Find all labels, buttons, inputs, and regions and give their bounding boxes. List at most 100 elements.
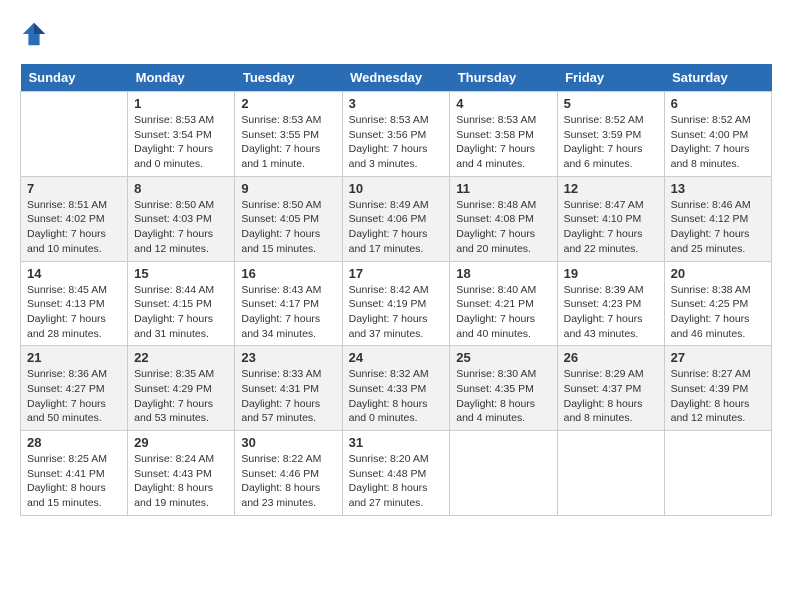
day-info: Sunrise: 8:32 AM Sunset: 4:33 PM Dayligh… — [349, 367, 444, 426]
day-info: Sunrise: 8:29 AM Sunset: 4:37 PM Dayligh… — [564, 367, 658, 426]
weekday-header-wednesday: Wednesday — [342, 64, 450, 92]
day-number: 2 — [241, 96, 335, 111]
day-number: 6 — [671, 96, 765, 111]
day-number: 20 — [671, 266, 765, 281]
calendar-week-1: 1 Sunrise: 8:53 AM Sunset: 3:54 PM Daylig… — [21, 92, 772, 177]
calendar-cell: 13 Sunrise: 8:46 AM Sunset: 4:12 PM Dayli… — [664, 176, 771, 261]
weekday-header-friday: Friday — [557, 64, 664, 92]
calendar-cell: 2 Sunrise: 8:53 AM Sunset: 3:55 PM Daylig… — [235, 92, 342, 177]
day-number: 30 — [241, 435, 335, 450]
weekday-header-thursday: Thursday — [450, 64, 557, 92]
weekday-header-saturday: Saturday — [664, 64, 771, 92]
day-number: 28 — [27, 435, 121, 450]
calendar-cell: 12Sunrise: 8:47 AM Sunset: 4:10 PM Dayli… — [557, 176, 664, 261]
day-info: Sunrise: 8:24 AM Sunset: 4:43 PM Dayligh… — [134, 452, 228, 511]
calendar-cell: 17 Sunrise: 8:42 AM Sunset: 4:19 PM Dayli… — [342, 261, 450, 346]
day-info: Sunrise: 8:51 AM Sunset: 4:02 PM Dayligh… — [27, 198, 121, 257]
calendar-cell: 30Sunrise: 8:22 AM Sunset: 4:46 PM Dayli… — [235, 431, 342, 516]
day-info: Sunrise: 8:33 AM Sunset: 4:31 PM Dayligh… — [241, 367, 335, 426]
day-info: Sunrise: 8:44 AM Sunset: 4:15 PM Dayligh… — [134, 283, 228, 342]
calendar-cell: 14Sunrise: 8:45 AM Sunset: 4:13 PM Dayli… — [21, 261, 128, 346]
day-info: Sunrise: 8:27 AM Sunset: 4:39 PM Dayligh… — [671, 367, 765, 426]
day-info: Sunrise: 8:20 AM Sunset: 4:48 PM Dayligh… — [349, 452, 444, 511]
calendar-cell — [450, 431, 557, 516]
day-number: 16 — [241, 266, 335, 281]
calendar-cell: 7 Sunrise: 8:51 AM Sunset: 4:02 PM Daylig… — [21, 176, 128, 261]
day-number: 11 — [456, 181, 550, 196]
calendar-cell: 15 Sunrise: 8:44 AM Sunset: 4:15 PM Dayli… — [128, 261, 235, 346]
calendar-cell: 29 Sunrise: 8:24 AM Sunset: 4:43 PM Dayli… — [128, 431, 235, 516]
day-number: 26 — [564, 350, 658, 365]
day-info: Sunrise: 8:53 AM Sunset: 3:58 PM Dayligh… — [456, 113, 550, 172]
calendar-cell: 1 Sunrise: 8:53 AM Sunset: 3:54 PM Daylig… — [128, 92, 235, 177]
calendar-cell: 31 Sunrise: 8:20 AM Sunset: 4:48 PM Dayli… — [342, 431, 450, 516]
day-info: Sunrise: 8:47 AM Sunset: 4:10 PM Dayligh… — [564, 198, 658, 257]
day-info: Sunrise: 8:53 AM Sunset: 3:55 PM Dayligh… — [241, 113, 335, 172]
day-info: Sunrise: 8:49 AM Sunset: 4:06 PM Dayligh… — [349, 198, 444, 257]
day-number: 7 — [27, 181, 121, 196]
calendar-cell: 10 Sunrise: 8:49 AM Sunset: 4:06 PM Dayli… — [342, 176, 450, 261]
calendar-week-5: 28 Sunrise: 8:25 AM Sunset: 4:41 PM Dayli… — [21, 431, 772, 516]
day-info: Sunrise: 8:30 AM Sunset: 4:35 PM Dayligh… — [456, 367, 550, 426]
day-info: Sunrise: 8:50 AM Sunset: 4:05 PM Dayligh… — [241, 198, 335, 257]
calendar-cell: 11 Sunrise: 8:48 AM Sunset: 4:08 PM Dayli… — [450, 176, 557, 261]
day-info: Sunrise: 8:40 AM Sunset: 4:21 PM Dayligh… — [456, 283, 550, 342]
day-info: Sunrise: 8:43 AM Sunset: 4:17 PM Dayligh… — [241, 283, 335, 342]
day-number: 17 — [349, 266, 444, 281]
calendar-cell: 25Sunrise: 8:30 AM Sunset: 4:35 PM Dayli… — [450, 346, 557, 431]
calendar-cell: 18 Sunrise: 8:40 AM Sunset: 4:21 PM Dayli… — [450, 261, 557, 346]
day-number: 10 — [349, 181, 444, 196]
day-info: Sunrise: 8:46 AM Sunset: 4:12 PM Dayligh… — [671, 198, 765, 257]
calendar-cell: 21Sunrise: 8:36 AM Sunset: 4:27 PM Dayli… — [21, 346, 128, 431]
calendar-week-3: 14Sunrise: 8:45 AM Sunset: 4:13 PM Dayli… — [21, 261, 772, 346]
day-info: Sunrise: 8:45 AM Sunset: 4:13 PM Dayligh… — [27, 283, 121, 342]
day-number: 31 — [349, 435, 444, 450]
calendar-cell: 6Sunrise: 8:52 AM Sunset: 4:00 PM Daylig… — [664, 92, 771, 177]
calendar-week-2: 7 Sunrise: 8:51 AM Sunset: 4:02 PM Daylig… — [21, 176, 772, 261]
day-number: 15 — [134, 266, 228, 281]
day-info: Sunrise: 8:53 AM Sunset: 3:54 PM Dayligh… — [134, 113, 228, 172]
logo-icon — [20, 20, 48, 48]
day-info: Sunrise: 8:42 AM Sunset: 4:19 PM Dayligh… — [349, 283, 444, 342]
day-info: Sunrise: 8:50 AM Sunset: 4:03 PM Dayligh… — [134, 198, 228, 257]
calendar-cell — [557, 431, 664, 516]
day-number: 27 — [671, 350, 765, 365]
weekday-header-tuesday: Tuesday — [235, 64, 342, 92]
calendar-cell: 19 Sunrise: 8:39 AM Sunset: 4:23 PM Dayli… — [557, 261, 664, 346]
weekday-header-row: SundayMondayTuesdayWednesdayThursdayFrid… — [21, 64, 772, 92]
day-number: 29 — [134, 435, 228, 450]
calendar-cell: 27 Sunrise: 8:27 AM Sunset: 4:39 PM Dayli… — [664, 346, 771, 431]
day-number: 8 — [134, 181, 228, 196]
calendar-cell — [21, 92, 128, 177]
calendar-cell: 26 Sunrise: 8:29 AM Sunset: 4:37 PM Dayli… — [557, 346, 664, 431]
day-number: 9 — [241, 181, 335, 196]
calendar-table: SundayMondayTuesdayWednesdayThursdayFrid… — [20, 64, 772, 516]
day-number: 4 — [456, 96, 550, 111]
calendar-cell: 20 Sunrise: 8:38 AM Sunset: 4:25 PM Dayli… — [664, 261, 771, 346]
day-number: 24 — [349, 350, 444, 365]
day-number: 13 — [671, 181, 765, 196]
day-number: 1 — [134, 96, 228, 111]
day-info: Sunrise: 8:52 AM Sunset: 3:59 PM Dayligh… — [564, 113, 658, 172]
calendar-cell: 8 Sunrise: 8:50 AM Sunset: 4:03 PM Daylig… — [128, 176, 235, 261]
weekday-header-sunday: Sunday — [21, 64, 128, 92]
day-number: 3 — [349, 96, 444, 111]
calendar-cell: 23 Sunrise: 8:33 AM Sunset: 4:31 PM Dayli… — [235, 346, 342, 431]
day-number: 5 — [564, 96, 658, 111]
weekday-header-monday: Monday — [128, 64, 235, 92]
day-info: Sunrise: 8:25 AM Sunset: 4:41 PM Dayligh… — [27, 452, 121, 511]
day-info: Sunrise: 8:38 AM Sunset: 4:25 PM Dayligh… — [671, 283, 765, 342]
day-info: Sunrise: 8:48 AM Sunset: 4:08 PM Dayligh… — [456, 198, 550, 257]
day-number: 23 — [241, 350, 335, 365]
page-header — [20, 20, 772, 48]
logo — [20, 20, 52, 48]
day-info: Sunrise: 8:35 AM Sunset: 4:29 PM Dayligh… — [134, 367, 228, 426]
calendar-cell: 5 Sunrise: 8:52 AM Sunset: 3:59 PM Daylig… — [557, 92, 664, 177]
day-info: Sunrise: 8:39 AM Sunset: 4:23 PM Dayligh… — [564, 283, 658, 342]
day-number: 19 — [564, 266, 658, 281]
calendar-cell — [664, 431, 771, 516]
day-number: 22 — [134, 350, 228, 365]
day-number: 18 — [456, 266, 550, 281]
day-info: Sunrise: 8:53 AM Sunset: 3:56 PM Dayligh… — [349, 113, 444, 172]
calendar-cell: 22 Sunrise: 8:35 AM Sunset: 4:29 PM Dayli… — [128, 346, 235, 431]
